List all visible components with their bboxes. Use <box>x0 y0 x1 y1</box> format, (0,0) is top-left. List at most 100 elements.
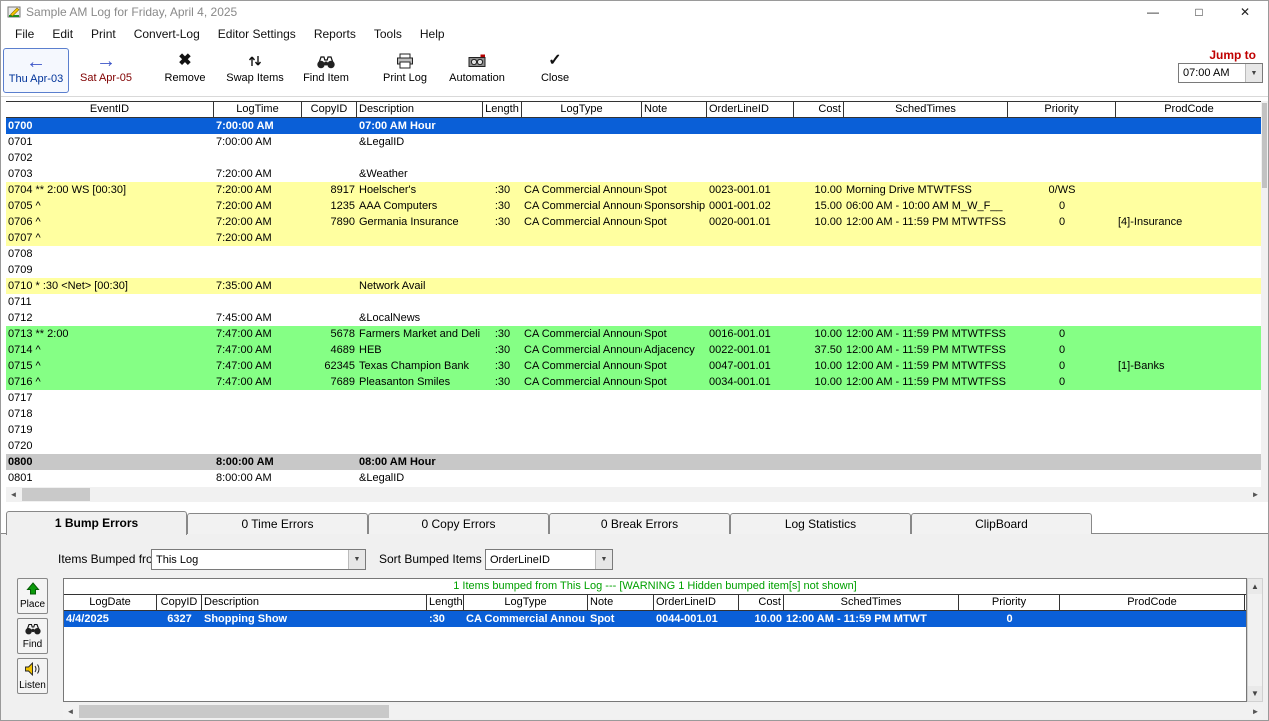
table-row[interactable]: 0714 ^7:47:00 AM4689HEB:30CA Commercial … <box>6 342 1263 358</box>
tab-0-copy-errors[interactable]: 0 Copy Errors <box>368 513 549 534</box>
table-row[interactable]: 0708 <box>6 246 1263 262</box>
automation-button[interactable]: Automation <box>445 48 509 93</box>
column-header-copyid[interactable]: CopyID <box>157 595 202 610</box>
maximize-button[interactable]: □ <box>1176 1 1222 23</box>
cell-priority: 0 <box>1008 214 1116 230</box>
column-header-priority[interactable]: Priority <box>1008 102 1116 117</box>
table-row[interactable]: 0706 ^7:20:00 AM7890Germania Insurance:3… <box>6 214 1263 230</box>
column-header-logtype[interactable]: LogType <box>464 595 588 610</box>
column-header-prodcode[interactable]: ProdCode <box>1116 102 1263 117</box>
menu-editor-settings[interactable]: Editor Settings <box>209 23 305 45</box>
scrollbar-thumb[interactable] <box>22 488 90 501</box>
find-item-button[interactable]: Find Item <box>299 48 353 93</box>
column-header-logtime[interactable]: LogTime <box>214 102 302 117</box>
log-vertical-scrollbar[interactable] <box>1261 101 1268 502</box>
column-header-length[interactable]: Length <box>427 595 464 610</box>
tab-log-statistics[interactable]: Log Statistics <box>730 513 911 534</box>
close-button[interactable]: ✕ <box>1222 1 1268 23</box>
table-row[interactable]: 0718 <box>6 406 1263 422</box>
scrollbar-thumb[interactable] <box>1262 103 1267 188</box>
next-day-button[interactable]: → Sat Apr-05 <box>73 48 139 93</box>
table-row[interactable]: 07007:00:00 AM07:00 AM Hour <box>6 118 1263 134</box>
tab-0-time-errors[interactable]: 0 Time Errors <box>187 513 368 534</box>
scroll-down-arrow-icon[interactable]: ▼ <box>1248 686 1262 701</box>
sort-by-select[interactable]: OrderLineID ▼ <box>485 549 613 570</box>
column-header-cost[interactable]: Cost <box>739 595 784 610</box>
menu-reports[interactable]: Reports <box>305 23 365 45</box>
table-row[interactable]: 0717 <box>6 390 1263 406</box>
cell-orderlineid: 0020-001.01 <box>707 214 794 230</box>
bump-vertical-scrollbar[interactable]: ▲ ▼ <box>1247 578 1263 702</box>
table-row[interactable]: 08018:00:00 AM&LegalID <box>6 470 1263 486</box>
table-row[interactable]: 07037:20:00 AM&Weather <box>6 166 1263 182</box>
table-row[interactable]: 0720 <box>6 438 1263 454</box>
table-row[interactable]: 0707 ^7:20:00 AM <box>6 230 1263 246</box>
tab-clipboard[interactable]: ClipBoard <box>911 513 1092 534</box>
menu-convert-log[interactable]: Convert-Log <box>125 23 209 45</box>
table-row[interactable]: 0719 <box>6 422 1263 438</box>
table-row[interactable]: 0715 ^7:47:00 AM62345Texas Champion Bank… <box>6 358 1263 374</box>
scroll-up-arrow-icon[interactable]: ▲ <box>1248 579 1262 594</box>
tab-0-break-errors[interactable]: 0 Break Errors <box>549 513 730 534</box>
column-header-cost[interactable]: Cost <box>794 102 844 117</box>
column-header-note[interactable]: Note <box>642 102 707 117</box>
cell-orderlineid <box>707 294 794 310</box>
close-log-button[interactable]: ✓ Close <box>533 48 577 93</box>
column-header-copyid[interactable]: CopyID <box>302 102 357 117</box>
find-button[interactable]: Find <box>17 618 48 654</box>
cell-logtype: CA Commercial Announce <box>522 182 642 198</box>
table-row[interactable]: 07127:45:00 AM&LocalNews <box>6 310 1263 326</box>
menu-tools[interactable]: Tools <box>365 23 411 45</box>
table-row[interactable]: 0702 <box>6 150 1263 166</box>
column-header-logdate[interactable]: LogDate <box>64 595 157 610</box>
menu-file[interactable]: File <box>6 23 43 45</box>
jump-to-select[interactable]: 07:00 AM ▼ <box>1178 63 1263 83</box>
tab-1-bump-errors[interactable]: 1 Bump Errors <box>6 511 187 535</box>
column-header-orderlineid[interactable]: OrderLineID <box>707 102 794 117</box>
table-row[interactable]: 0704 ** 2:00 WS [00:30]7:20:00 AM8917Hoe… <box>6 182 1263 198</box>
bump-horizontal-scrollbar[interactable]: ◄ ► <box>63 704 1263 719</box>
table-row[interactable]: 07017:00:00 AM&LegalID <box>6 134 1263 150</box>
table-row[interactable]: 0709 <box>6 262 1263 278</box>
cell-prodcode <box>1116 134 1263 150</box>
minimize-button[interactable]: — <box>1130 1 1176 23</box>
bumped-from-select[interactable]: This Log ▼ <box>151 549 366 570</box>
column-header-description[interactable]: Description <box>202 595 427 610</box>
print-log-button[interactable]: Print Log <box>377 48 433 93</box>
column-header-logtype[interactable]: LogType <box>522 102 642 117</box>
menu-bar: FileEditPrintConvert-LogEditor SettingsR… <box>1 23 1268 45</box>
column-header-note[interactable]: Note <box>588 595 654 610</box>
column-header-prodcode[interactable]: ProdCode <box>1060 595 1245 610</box>
table-row[interactable]: 4/4/20256327Shopping Show:30CA Commercia… <box>64 611 1246 627</box>
menu-help[interactable]: Help <box>411 23 454 45</box>
table-row[interactable]: 0716 ^7:47:00 AM7689Pleasanton Smiles:30… <box>6 374 1263 390</box>
table-row[interactable]: 0710 * :30 <Net> [00:30]7:35:00 AMNetwor… <box>6 278 1263 294</box>
scroll-left-arrow-icon[interactable]: ◄ <box>63 704 78 719</box>
column-header-orderlineid[interactable]: OrderLineID <box>654 595 739 610</box>
column-header-eventid[interactable]: EventID <box>6 102 214 117</box>
table-row[interactable]: 0713 ** 2:007:47:00 AM5678Farmers Market… <box>6 326 1263 342</box>
table-row[interactable]: 08008:00:00 AM08:00 AM Hour <box>6 454 1263 470</box>
prev-day-button[interactable]: ← Thu Apr-03 <box>3 48 69 93</box>
column-header-length[interactable]: Length <box>483 102 522 117</box>
cell-copyid <box>302 118 357 134</box>
menu-edit[interactable]: Edit <box>43 23 82 45</box>
table-row[interactable]: 0705 ^7:20:00 AM1235AAA Computers:30CA C… <box>6 198 1263 214</box>
log-horizontal-scrollbar[interactable]: ◄ ► <box>6 487 1263 502</box>
table-row[interactable]: 0711 <box>6 294 1263 310</box>
column-header-schedtimes[interactable]: SchedTimes <box>784 595 959 610</box>
cell-prodcode <box>1116 182 1263 198</box>
cell-orderlineid <box>707 134 794 150</box>
scroll-right-arrow-icon[interactable]: ► <box>1248 704 1263 719</box>
remove-button[interactable]: ✖ Remove <box>159 48 211 93</box>
column-header-schedtimes[interactable]: SchedTimes <box>844 102 1008 117</box>
column-header-description[interactable]: Description <box>357 102 483 117</box>
column-header-priority[interactable]: Priority <box>959 595 1060 610</box>
menu-print[interactable]: Print <box>82 23 125 45</box>
place-button[interactable]: Place <box>17 578 48 614</box>
scroll-left-arrow-icon[interactable]: ◄ <box>6 487 21 502</box>
scrollbar-thumb[interactable] <box>79 705 389 718</box>
cell-copyid <box>302 390 357 406</box>
swap-items-button[interactable]: Swap Items <box>221 48 289 93</box>
listen-button[interactable]: Listen <box>17 658 48 694</box>
